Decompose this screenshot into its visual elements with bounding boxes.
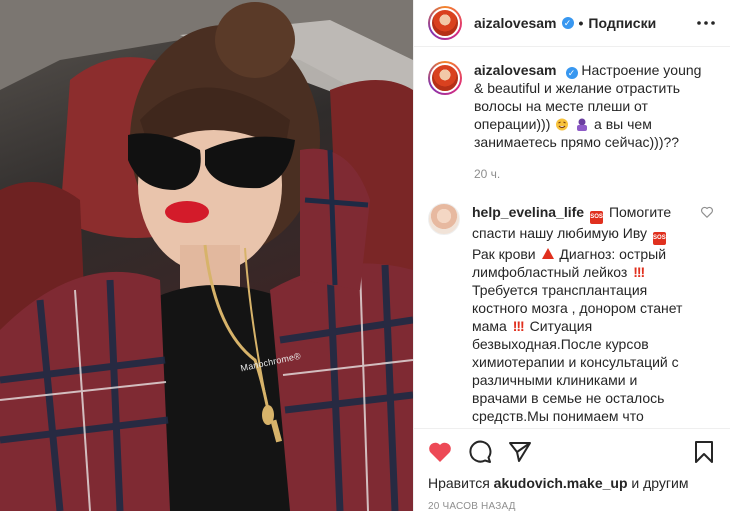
follow-button[interactable]: Подписки bbox=[588, 15, 656, 31]
exclamation-icon: !!! bbox=[512, 318, 525, 334]
warning-triangle-icon bbox=[541, 248, 554, 259]
caption-time: 20 ч. bbox=[474, 167, 501, 181]
post-side-panel: aizalovesam ✓ • Подписки aizalovesam ✓ На… bbox=[413, 0, 730, 511]
comment-item: help_evelina_life SOS Помогите спасти наш… bbox=[428, 203, 714, 425]
action-icon-row bbox=[428, 439, 716, 465]
comment-icon[interactable] bbox=[468, 440, 492, 464]
likes-prefix: Нравится bbox=[428, 475, 490, 491]
author-avatar-image bbox=[430, 8, 460, 38]
header-separator: • bbox=[578, 15, 584, 31]
author-avatar[interactable] bbox=[428, 6, 462, 40]
post-actions: Нравится akudovich.make_up и другим 20 ч… bbox=[414, 428, 730, 511]
likes-suffix: и другим bbox=[631, 475, 689, 491]
bookmark-icon[interactable] bbox=[692, 440, 716, 464]
instagram-post: Manochrome® aizalovesam ✓ • Подписки aiz… bbox=[0, 0, 730, 511]
comment-body: help_evelina_life SOS Помогите спасти наш… bbox=[472, 203, 714, 425]
post-photo[interactable]: Manochrome® bbox=[0, 0, 413, 511]
caption-username[interactable]: aizalovesam bbox=[474, 62, 557, 78]
heart-outline-icon[interactable] bbox=[700, 205, 714, 219]
likes-summary: Нравится akudovich.make_up и другим bbox=[428, 475, 716, 491]
comments-area[interactable]: aizalovesam ✓ Настроение young & beautifu… bbox=[414, 47, 730, 428]
caption-author-avatar-image bbox=[430, 63, 460, 93]
verified-icon: ✓ bbox=[565, 67, 578, 79]
more-horizontal-icon[interactable] bbox=[696, 13, 716, 33]
commenter-username[interactable]: help_evelina_life bbox=[472, 204, 584, 220]
heart-filled-icon[interactable] bbox=[428, 440, 452, 464]
post-caption: aizalovesam ✓ Настроение young & beautifu… bbox=[428, 61, 714, 183]
author-username[interactable]: aizalovesam bbox=[474, 15, 557, 31]
caption-author-avatar[interactable] bbox=[428, 61, 462, 95]
laughing-cat-emoji-icon bbox=[556, 118, 569, 131]
share-icon[interactable] bbox=[508, 440, 532, 464]
post-photo-art bbox=[0, 0, 413, 511]
post-header: aizalovesam ✓ • Подписки bbox=[414, 0, 730, 47]
caption-body: aizalovesam ✓ Настроение young & beautifu… bbox=[474, 61, 714, 183]
comment-text-2: Рак крови bbox=[472, 246, 536, 262]
sos-icon: SOS bbox=[590, 211, 604, 224]
sos-icon: SOS bbox=[652, 232, 666, 245]
commenter-avatar[interactable] bbox=[428, 203, 460, 235]
person-shrugging-emoji-icon bbox=[577, 118, 588, 131]
likes-user-link[interactable]: akudovich.make_up bbox=[494, 475, 628, 491]
verified-icon: ✓ bbox=[561, 17, 574, 29]
post-timestamp: 20 часов назад bbox=[428, 501, 516, 511]
exclamation-icon: !!! bbox=[633, 264, 645, 280]
